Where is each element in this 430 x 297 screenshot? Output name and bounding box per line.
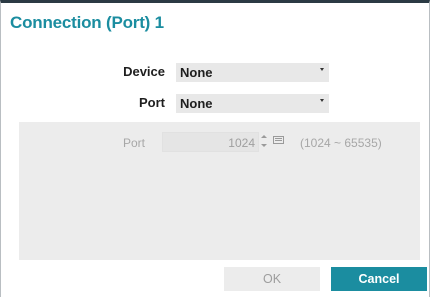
port-select-value: None (180, 96, 213, 111)
device-select-value: None (180, 65, 213, 80)
port-number-input[interactable]: 1024 (162, 132, 259, 152)
port-number-value: 1024 (228, 136, 255, 150)
spin-up-icon[interactable] (261, 135, 267, 138)
connection-port-dialog: Connection (Port) 1 Device None Port Non… (0, 0, 430, 297)
keyboard-icon[interactable] (273, 136, 284, 144)
chevron-down-icon (320, 68, 324, 71)
ok-button[interactable]: OK (224, 267, 320, 291)
cancel-button[interactable]: Cancel (331, 267, 427, 291)
port-select[interactable]: None (176, 94, 329, 113)
device-label: Device (123, 64, 165, 79)
port-number-label: Port (123, 136, 146, 150)
dialog-title: Connection (Port) 1 (10, 13, 164, 32)
spinner-updown-icon[interactable] (260, 133, 268, 151)
chevron-down-icon (320, 99, 324, 102)
spin-down-icon[interactable] (261, 144, 267, 147)
device-select[interactable]: None (176, 63, 329, 82)
port-settings-panel: Port 1024 (1024 ~ 65535) (19, 122, 420, 260)
port-label: Port (139, 95, 165, 110)
port-range-hint: (1024 ~ 65535) (300, 136, 382, 150)
